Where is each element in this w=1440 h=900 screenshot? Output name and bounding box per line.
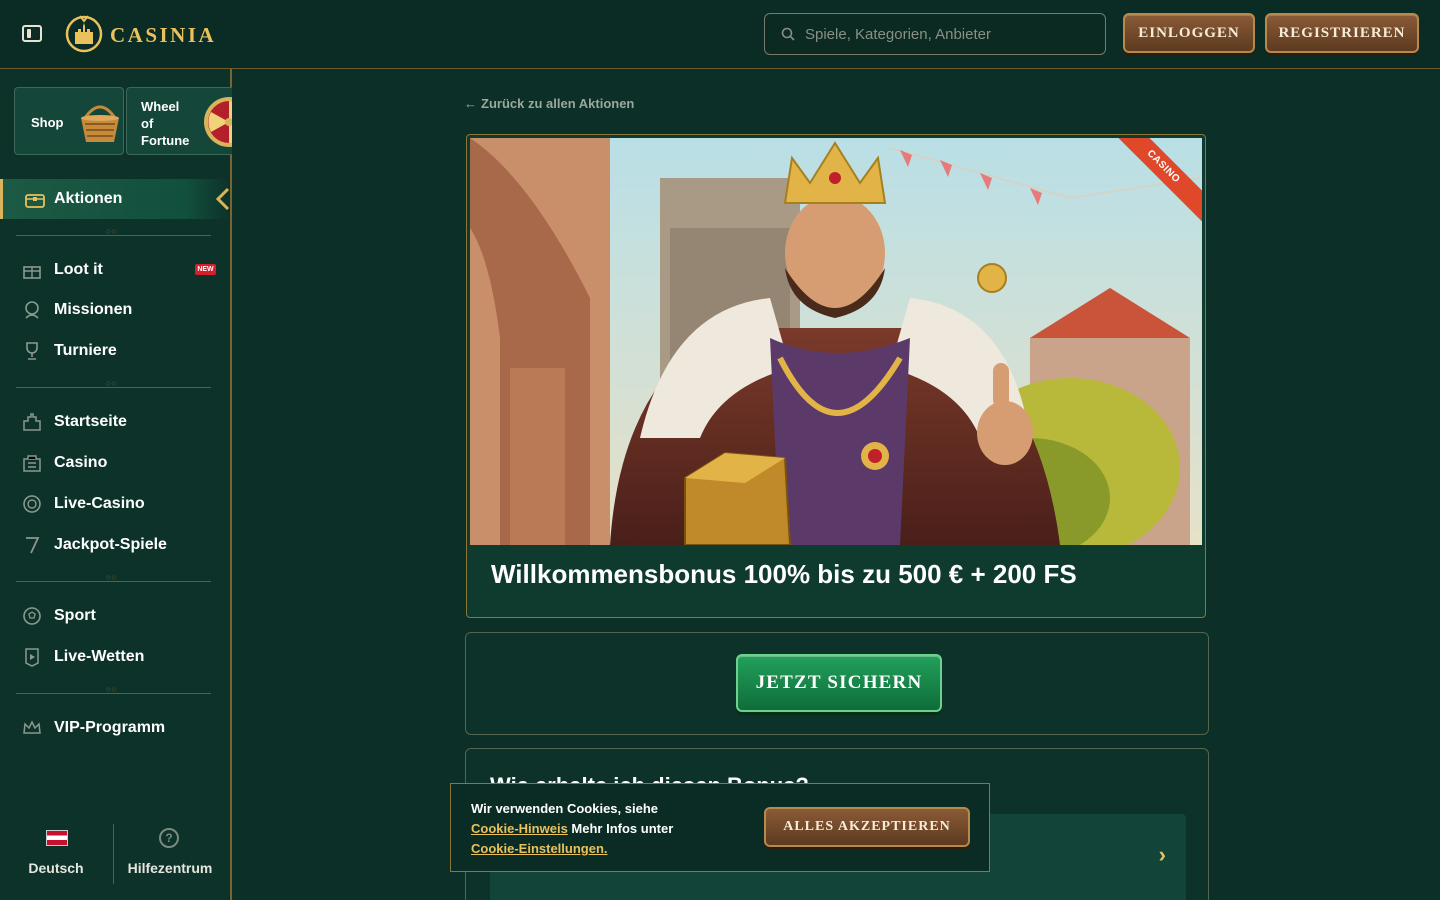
- register-button[interactable]: REGISTRIEREN: [1265, 13, 1419, 53]
- new-badge: NEW: [195, 264, 216, 275]
- mission-icon: [21, 299, 43, 321]
- back-to-promotions-link[interactable]: ← Zurück zu allen Aktionen: [464, 96, 634, 111]
- claim-bonus-button[interactable]: JETZT SICHERN: [736, 654, 942, 712]
- sidebar-toggle-icon[interactable]: [22, 25, 42, 42]
- sidebar-item-casino[interactable]: Casino: [0, 443, 230, 483]
- shop-tile[interactable]: Shop: [14, 87, 124, 155]
- search-icon: [781, 27, 795, 41]
- live-bet-icon: [21, 646, 43, 668]
- sidebar-item-label: Missionen: [54, 301, 133, 318]
- gift-icon: [21, 259, 43, 281]
- treasure-chest-icon: [24, 188, 46, 210]
- wheel-of-fortune-tile[interactable]: Wheel of Fortune: [126, 87, 232, 155]
- wheel-icon: [204, 97, 232, 147]
- cookie-notice-link[interactable]: Cookie-Hinweis: [471, 821, 568, 836]
- sidebar-item-startseite[interactable]: Startseite: [0, 402, 230, 442]
- cookie-text: Wir verwenden Cookies, siehe Cookie-Hinw…: [471, 799, 731, 859]
- logo[interactable]: CASINIA: [64, 12, 214, 56]
- king-illustration: [470, 138, 1202, 545]
- austria-flag-icon: [46, 830, 68, 846]
- sidebar-item-label: Live-Wetten: [54, 648, 145, 665]
- login-button[interactable]: EINLOGGEN: [1123, 13, 1255, 53]
- sidebar-item-label: Casino: [54, 454, 108, 471]
- search-input[interactable]: [805, 14, 1095, 54]
- castle-logo-icon: [65, 15, 103, 53]
- help-icon: ?: [159, 828, 179, 848]
- sidebar-item-label: Aktionen: [54, 190, 123, 207]
- chevron-right-icon: ›: [1158, 842, 1166, 867]
- divider: [16, 380, 211, 389]
- cta-panel: JETZT SICHERN: [465, 632, 1209, 735]
- promo-tiles: Shop Wheel of Fortune: [14, 87, 232, 155]
- sidebar-item-label: Startseite: [54, 413, 127, 430]
- shop-tile-label: Shop: [31, 115, 64, 130]
- sidebar-item-label: Sport: [54, 607, 96, 624]
- active-indicator-icon: [215, 187, 230, 211]
- logo-text: CASINIA: [110, 23, 217, 47]
- cookie-text-1: Wir verwenden Cookies, siehe: [471, 801, 659, 816]
- sidebar-item-loot-it[interactable]: Loot it NEW: [0, 250, 230, 290]
- sidebar-bottom: Deutsch ? Hilfezentrum: [0, 804, 230, 900]
- sidebar-item-turniere[interactable]: Turniere: [0, 331, 230, 371]
- home-icon: [21, 411, 43, 433]
- promo-card: CASINO Willkommensbonus 100% bis zu 500 …: [466, 134, 1206, 618]
- divider: [16, 686, 211, 695]
- sidebar-item-vip-programm[interactable]: VIP-Programm: [0, 708, 230, 748]
- wheel-tile-label: Wheel of Fortune: [141, 99, 190, 148]
- sidebar-item-label: Jackpot-Spiele: [54, 536, 167, 553]
- accept-all-cookies-button[interactable]: ALLES AKZEPTIEREN: [764, 807, 970, 847]
- casino-icon: [21, 452, 43, 474]
- language-selector[interactable]: Deutsch: [0, 824, 112, 884]
- cookie-banner: Wir verwenden Cookies, siehe Cookie-Hinw…: [450, 783, 990, 872]
- cookie-settings-link[interactable]: Cookie-Einstellungen.: [471, 841, 608, 856]
- sidebar-item-label: Live-Casino: [54, 495, 145, 512]
- live-casino-icon: [21, 493, 43, 515]
- sidebar-item-label: Loot it: [54, 261, 103, 278]
- football-icon: [21, 605, 43, 627]
- search-box[interactable]: [764, 13, 1106, 55]
- help-label: Hilfezentrum: [127, 860, 213, 876]
- sidebar-item-label: VIP-Programm: [54, 719, 166, 736]
- divider: [16, 228, 211, 237]
- basket-icon: [81, 105, 119, 142]
- divider: [16, 574, 211, 583]
- sidebar-item-jackpot-spiele[interactable]: Jackpot-Spiele: [0, 525, 230, 565]
- cookie-text-2: Mehr Infos unter: [571, 821, 674, 836]
- promo-hero-image: CASINO: [470, 138, 1202, 545]
- back-link-label: Zurück zu allen Aktionen: [481, 96, 635, 111]
- help-center-link[interactable]: ? Hilfezentrum: [113, 824, 225, 884]
- jackpot-icon: [21, 534, 43, 556]
- sidebar-item-aktionen[interactable]: Aktionen: [0, 179, 230, 219]
- sidebar: Shop Wheel of Fortune Aktionen ◇◇ Loot i…: [0, 69, 232, 900]
- sidebar-item-sport[interactable]: Sport: [0, 596, 230, 636]
- trophy-icon: [21, 340, 43, 362]
- sidebar-item-live-wetten[interactable]: Live-Wetten: [0, 637, 230, 677]
- sidebar-item-missionen[interactable]: Missionen: [0, 290, 230, 330]
- sidebar-item-label: Turniere: [54, 342, 117, 359]
- language-label: Deutsch: [28, 860, 84, 876]
- top-bar: CASINIA EINLOGGEN REGISTRIEREN: [0, 0, 1440, 69]
- sidebar-item-live-casino[interactable]: Live-Casino: [0, 484, 230, 524]
- crown-icon: [21, 717, 43, 739]
- promo-title: Willkommensbonus 100% bis zu 500 € + 200…: [491, 559, 1077, 589]
- arrow-left-icon: ←: [464, 96, 477, 111]
